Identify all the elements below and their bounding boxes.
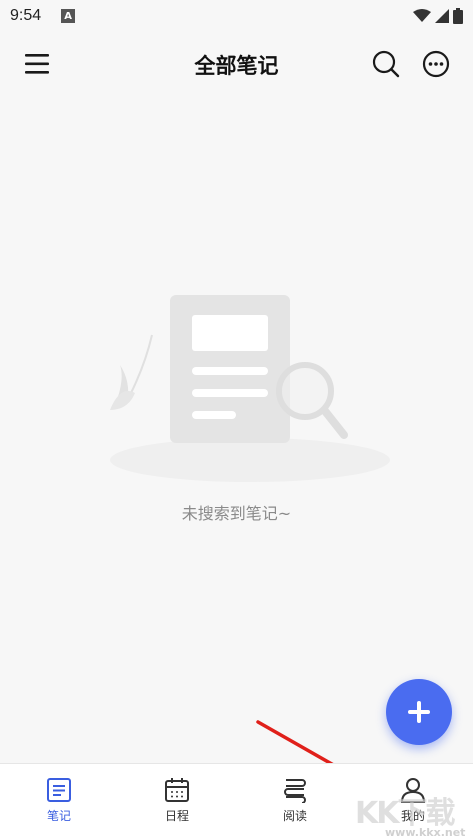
calendar-icon <box>165 778 189 802</box>
search-icon[interactable] <box>372 50 400 78</box>
status-time: 9:54 <box>10 7 42 24</box>
tab-notes[interactable]: 笔记 <box>19 764 99 840</box>
tab-reading[interactable]: 阅读 <box>255 764 335 840</box>
tab-schedule[interactable]: 日程 <box>137 764 217 840</box>
book-icon <box>284 779 306 803</box>
page-title: 全部笔记 <box>194 54 279 78</box>
signal-icon <box>435 9 449 23</box>
note-icon <box>47 778 71 802</box>
tab-mine-label: 我的 <box>400 809 425 823</box>
bottom-tab-bar: 笔记 日程 阅读 我的 <box>0 763 473 840</box>
battery-icon <box>453 8 463 24</box>
notification-icon: A <box>61 9 76 23</box>
empty-state-message: 未搜索到笔记~ <box>181 504 292 523</box>
status-indicators <box>413 8 463 24</box>
plus-icon <box>408 701 430 723</box>
header: 全部笔记 <box>0 38 473 90</box>
more-options-icon[interactable] <box>422 50 450 78</box>
status-bar: 9:54 A <box>0 0 473 32</box>
empty-notes-illustration <box>110 295 390 482</box>
tab-mine[interactable]: 我的 <box>373 764 453 840</box>
add-note-button[interactable] <box>386 679 452 745</box>
tab-notes-label: 笔记 <box>46 809 71 823</box>
tab-schedule-label: 日程 <box>164 809 189 823</box>
wifi-icon <box>413 9 431 22</box>
profile-icon <box>400 778 426 803</box>
tab-reading-label: 阅读 <box>282 809 307 823</box>
